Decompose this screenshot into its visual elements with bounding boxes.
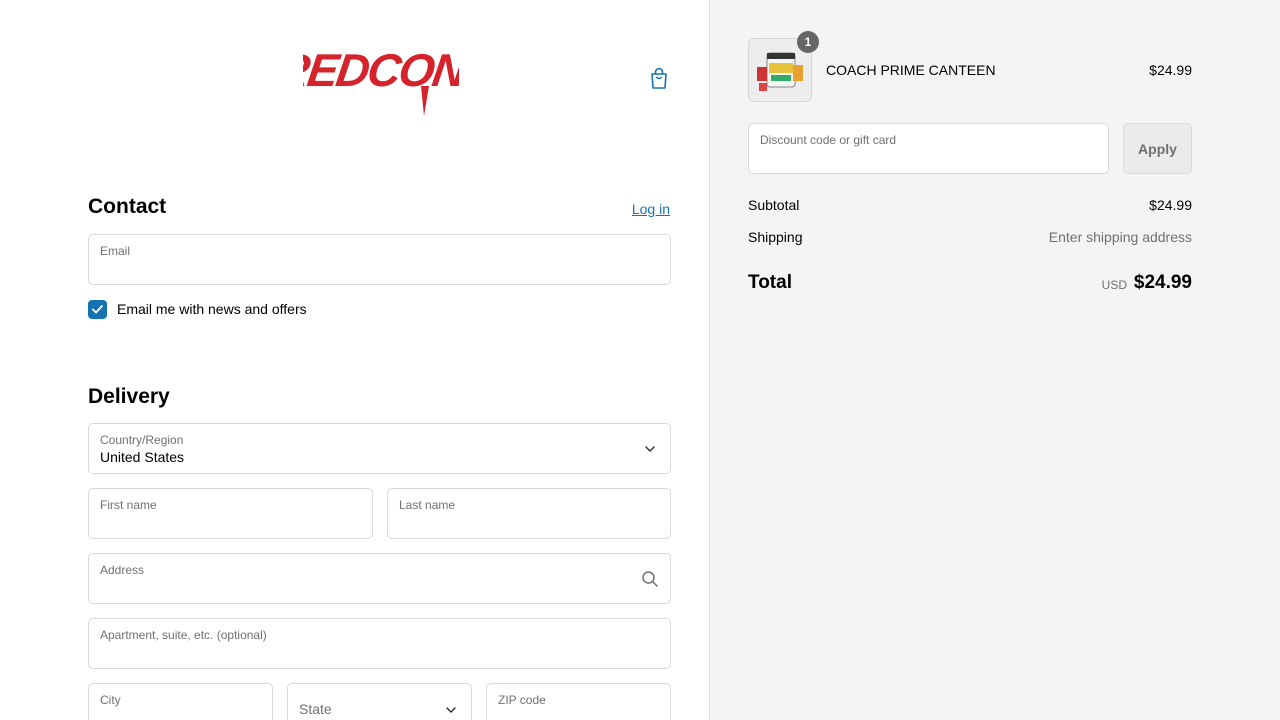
shipping-label: Shipping — [748, 229, 803, 245]
email-field-label: Email — [100, 244, 131, 258]
product-name: COACH PRIME CANTEEN — [826, 62, 996, 78]
shopping-bag-icon[interactable] — [648, 66, 670, 90]
product-price: $24.99 — [1149, 62, 1192, 78]
total-label: Total — [748, 272, 792, 293]
email-field[interactable]: Email — [88, 234, 671, 285]
country-value: United States — [100, 449, 185, 465]
newsletter-label: Email me with news and offers — [117, 301, 307, 317]
state-select[interactable]: State — [287, 683, 472, 720]
first-name-field[interactable]: First name — [88, 488, 373, 539]
discount-label: Discount code or gift card — [760, 133, 897, 147]
city-label: City — [100, 693, 121, 707]
checkmark-icon — [92, 305, 103, 314]
order-summary: 1 COACH PRIME CANTEEN $24.99 Discount co… — [710, 0, 1280, 720]
chevron-down-icon — [645, 445, 655, 452]
quantity-badge: 1 — [797, 31, 819, 53]
search-icon[interactable] — [641, 570, 659, 588]
subtotal-value: $24.99 — [1149, 197, 1192, 213]
newsletter-checkbox[interactable] — [88, 300, 107, 319]
delivery-heading: Delivery — [88, 385, 170, 408]
last-name-label: Last name — [399, 498, 456, 512]
apply-discount-button[interactable]: Apply — [1123, 123, 1192, 174]
chevron-down-icon — [446, 707, 456, 714]
last-name-field[interactable]: Last name — [387, 488, 671, 539]
first-name-label: First name — [100, 498, 157, 512]
total-value: $24.99 — [1133, 272, 1192, 293]
subtotal-label: Subtotal — [748, 197, 800, 213]
discount-code-field[interactable]: Discount code or gift card — [748, 123, 1109, 174]
apartment-field[interactable]: Apartment, suite, etc. (optional) — [88, 618, 671, 669]
city-field[interactable]: City — [88, 683, 273, 720]
country-label: Country/Region — [100, 433, 184, 447]
shipping-value: Enter shipping address — [1048, 229, 1192, 245]
login-link[interactable]: Log in — [632, 201, 670, 217]
country-select[interactable]: Country/Region United States — [88, 423, 671, 474]
state-placeholder: State — [299, 701, 332, 717]
zip-label: ZIP code — [498, 693, 546, 707]
apartment-label: Apartment, suite, etc. (optional) — [100, 628, 267, 642]
svg-text:REDCON1: REDCON1 — [303, 44, 459, 96]
address-label: Address — [100, 563, 145, 577]
currency-code: USD — [1101, 278, 1127, 292]
zip-field[interactable]: ZIP code — [486, 683, 671, 720]
contact-heading: Contact — [88, 195, 167, 218]
checkout-main: REDCON1 Contact Log in Email Email me wi… — [0, 0, 710, 720]
address-field[interactable]: Address — [88, 553, 671, 604]
brand-logo[interactable]: REDCON1 — [273, 36, 492, 118]
